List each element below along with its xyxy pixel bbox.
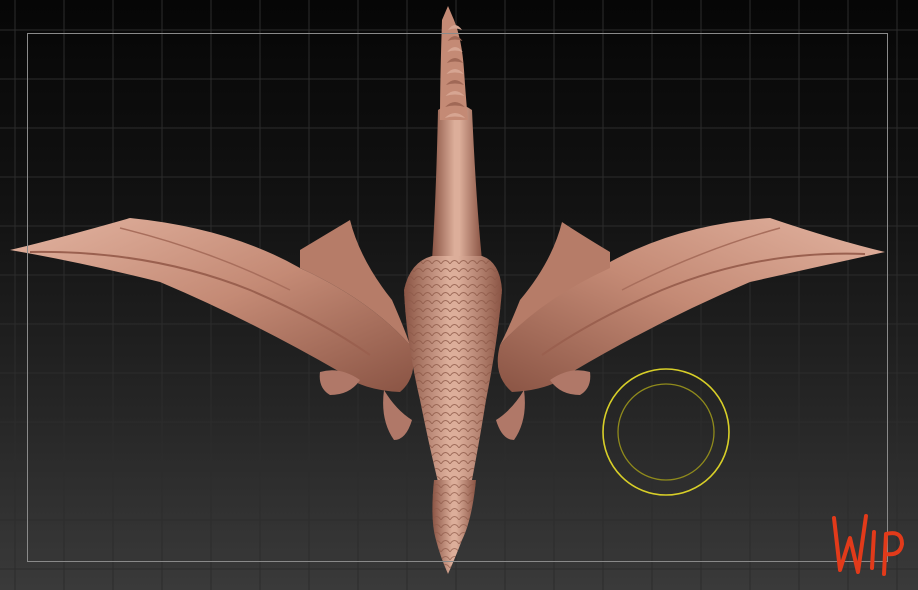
dragon-neck — [432, 6, 482, 260]
brush-inner-ring — [617, 383, 715, 481]
brush-cursor-icon — [602, 368, 730, 496]
dragon-model[interactable] — [0, 0, 918, 590]
brush-outer-ring — [602, 368, 730, 496]
sculpt-viewport[interactable] — [0, 0, 918, 590]
left-wing — [10, 218, 414, 395]
wip-stamp-logo — [832, 514, 904, 576]
dragon-tail — [432, 480, 476, 574]
